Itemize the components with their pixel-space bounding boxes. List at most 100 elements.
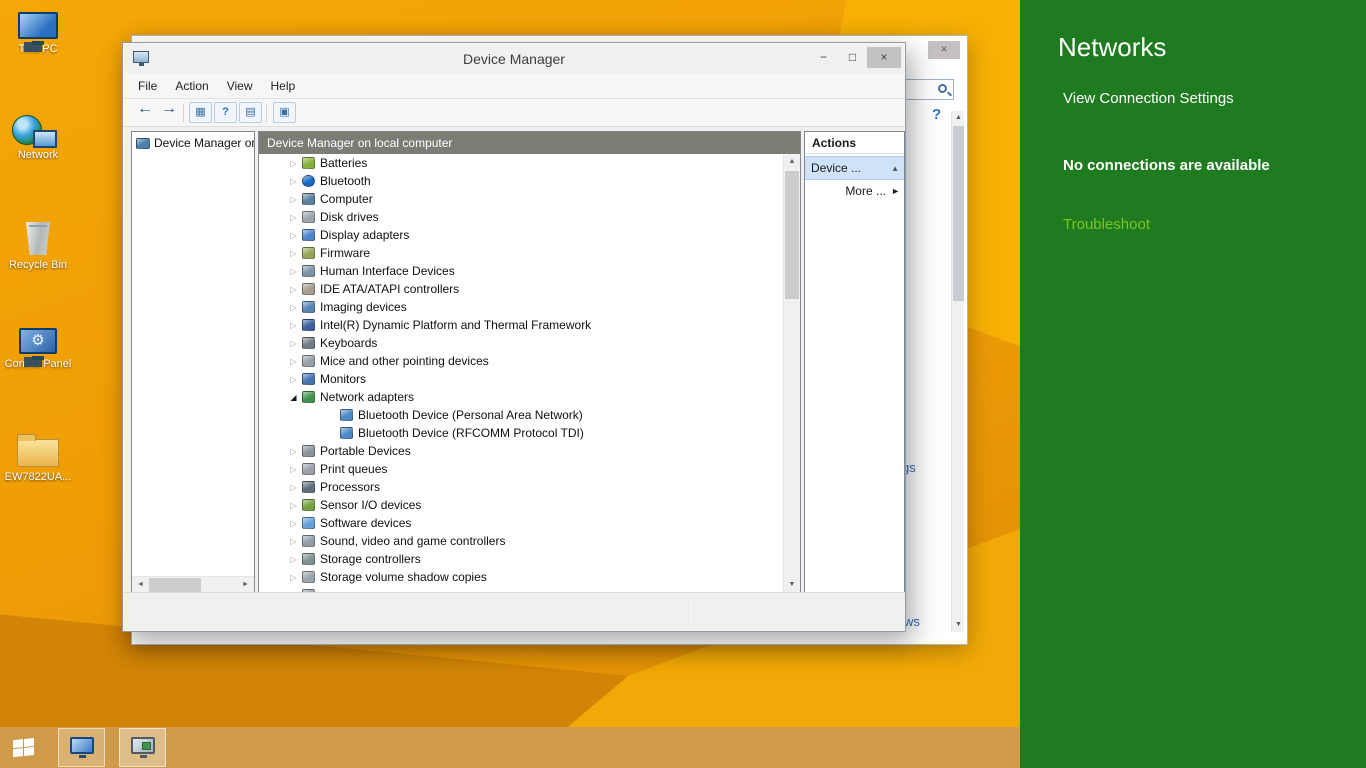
expand-arrow-icon[interactable]: ▷ <box>287 447 300 456</box>
actions-pane: Actions Device ... ▲ More ... ► <box>804 131 905 594</box>
expand-arrow-icon[interactable]: ▷ <box>287 573 300 582</box>
expand-arrow-icon[interactable]: ▷ <box>287 357 300 366</box>
help-icon[interactable]: ? <box>214 102 237 123</box>
device-tree: ▷ Batteries ▷ Bluetooth ▷ Computer ▷ Disk drive… <box>259 154 783 593</box>
scroll-right-icon[interactable]: ► <box>237 577 254 593</box>
tree-item[interactable]: ▷ Storage controllers <box>259 550 783 568</box>
tree-item-label: Portable Devices <box>320 444 411 458</box>
console-root-label: Device Manager or <box>154 136 254 150</box>
scrollbar-thumb[interactable] <box>953 126 964 301</box>
tree-item-label: Bluetooth Device (RFCOMM Protocol TDI) <box>358 426 584 440</box>
expand-arrow-icon[interactable]: ▷ <box>287 483 300 492</box>
expand-arrow-icon[interactable]: ▷ <box>287 285 300 294</box>
vertical-scrollbar[interactable]: ▲ ▼ <box>951 111 964 632</box>
tree-item[interactable]: ▷ Keyboards <box>259 334 783 352</box>
actions-pane-title: Actions <box>805 132 904 154</box>
tree-item[interactable]: ▷ Monitors <box>259 370 783 388</box>
horizontal-scrollbar[interactable]: ◄ ► <box>132 576 254 593</box>
tree-item[interactable]: ▷ Firmware <box>259 244 783 262</box>
tree-item[interactable]: ◢ Network adapters <box>259 388 783 406</box>
tree-item[interactable]: Bluetooth Device (Personal Area Network) <box>259 406 783 424</box>
tree-item[interactable]: ▷ Portable Devices <box>259 442 783 460</box>
taskbar-button-display-settings[interactable] <box>58 728 105 767</box>
scroll-up-icon[interactable]: ▲ <box>784 154 800 170</box>
standard-view-icon[interactable]: ▤ <box>239 102 262 123</box>
tree-item[interactable]: ▷ Disk drives <box>259 208 783 226</box>
forward-icon[interactable]: → <box>161 100 177 118</box>
collapse-arrow-icon[interactable]: ◢ <box>287 393 300 402</box>
expand-arrow-icon[interactable]: ▷ <box>287 195 300 204</box>
minimize-button[interactable]: − <box>809 47 838 68</box>
scrollbar-thumb[interactable] <box>785 171 799 299</box>
menu-file[interactable]: File <box>129 75 166 97</box>
maximize-button[interactable]: □ <box>838 47 867 68</box>
expand-arrow-icon[interactable]: ▷ <box>287 339 300 348</box>
desktop-icon-folder-ew7822ua[interactable]: EW7822UA... <box>4 430 72 484</box>
computer-properties-icon[interactable]: ▣ <box>273 102 296 123</box>
expand-arrow-icon[interactable]: ▷ <box>287 375 300 384</box>
device-category-icon <box>302 247 315 259</box>
title-bar[interactable]: Device Manager − □ × <box>123 43 905 73</box>
expand-arrow-icon[interactable]: ▷ <box>287 249 300 258</box>
tree-item[interactable]: ▷ Print queues <box>259 460 783 478</box>
troubleshoot-link[interactable]: Troubleshoot <box>1063 216 1150 233</box>
tree-item[interactable]: ▷ Intel(R) Dynamic Platform and Thermal F… <box>259 316 783 334</box>
expand-arrow-icon[interactable]: ▷ <box>287 303 300 312</box>
expand-arrow-icon[interactable]: ▷ <box>287 159 300 168</box>
expand-arrow-icon[interactable]: ▷ <box>287 213 300 222</box>
tree-item[interactable]: ▷ Processors <box>259 478 783 496</box>
vertical-scrollbar[interactable]: ▲ ▼ <box>783 154 800 593</box>
collapse-section-icon[interactable]: ▲ <box>891 157 899 179</box>
back-icon[interactable]: ← <box>137 100 153 118</box>
menu-action[interactable]: Action <box>166 75 217 97</box>
actions-section-header[interactable]: Device ... ▲ <box>805 156 904 180</box>
expand-arrow-icon[interactable]: ▷ <box>287 177 300 186</box>
tree-item[interactable]: ▷ Storage volume shadow copies <box>259 568 783 586</box>
expand-arrow-icon[interactable]: ▷ <box>287 267 300 276</box>
tree-item[interactable]: ▷ IDE ATA/ATAPI controllers <box>259 280 783 298</box>
expand-arrow-icon[interactable]: ▷ <box>287 555 300 564</box>
tree-item[interactable]: ▷ Software devices <box>259 514 783 532</box>
scrollbar-thumb[interactable] <box>149 578 201 592</box>
truncated-link-text[interactable]: ws <box>904 614 920 629</box>
tree-item[interactable]: ▷ Sensor I/O devices <box>259 496 783 514</box>
start-button[interactable] <box>0 727 48 768</box>
scroll-up-icon[interactable]: ▲ <box>952 111 965 125</box>
view-connection-settings-link[interactable]: View Connection Settings <box>1063 90 1234 107</box>
more-actions-item[interactable]: More ... ► <box>805 180 904 202</box>
tree-item[interactable]: ▷ Batteries <box>259 154 783 172</box>
tree-item[interactable]: Bluetooth Device (RFCOMM Protocol TDI) <box>259 424 783 442</box>
expand-arrow-icon[interactable]: ▷ <box>287 465 300 474</box>
menu-help[interactable]: Help <box>262 75 305 97</box>
desktop-icon-control-panel[interactable]: Control Panel <box>4 324 72 371</box>
expand-arrow-icon[interactable]: ▷ <box>287 519 300 528</box>
tree-item[interactable]: ▷ Sound, video and game controllers <box>259 532 783 550</box>
device-category-icon <box>302 211 315 223</box>
scrollbar-track[interactable] <box>149 577 237 593</box>
scroll-left-icon[interactable]: ◄ <box>132 577 149 593</box>
tree-item[interactable]: ▷ Display adapters <box>259 226 783 244</box>
device-category-icon <box>302 391 315 403</box>
expand-arrow-icon[interactable]: ▷ <box>287 501 300 510</box>
scroll-down-icon[interactable]: ▼ <box>784 577 800 593</box>
help-icon[interactable]: ? <box>932 106 941 123</box>
expand-arrow-icon[interactable]: ▷ <box>287 321 300 330</box>
tree-item-label: Firmware <box>320 246 370 260</box>
taskbar-button-device-manager[interactable] <box>119 728 166 767</box>
close-button[interactable]: × <box>867 47 901 68</box>
desktop-icon-this-pc[interactable]: This PC <box>4 8 72 56</box>
close-icon[interactable]: × <box>928 41 960 59</box>
console-root-item[interactable]: Device Manager or <box>132 132 254 152</box>
tree-item[interactable]: ▷ Human Interface Devices <box>259 262 783 280</box>
scroll-down-icon[interactable]: ▼ <box>952 618 965 632</box>
menu-view[interactable]: View <box>218 75 262 97</box>
tree-item[interactable]: ▷ Computer <box>259 190 783 208</box>
expand-arrow-icon[interactable]: ▷ <box>287 537 300 546</box>
console-tree-icon[interactable]: ▦ <box>189 102 212 123</box>
tree-item[interactable]: ▷ Bluetooth <box>259 172 783 190</box>
desktop-icon-network[interactable]: Network <box>4 112 72 162</box>
tree-item[interactable]: ▷ Imaging devices <box>259 298 783 316</box>
tree-item[interactable]: ▷ Mice and other pointing devices <box>259 352 783 370</box>
expand-arrow-icon[interactable]: ▷ <box>287 231 300 240</box>
desktop-icon-recycle-bin[interactable]: Recycle Bin <box>4 218 72 272</box>
